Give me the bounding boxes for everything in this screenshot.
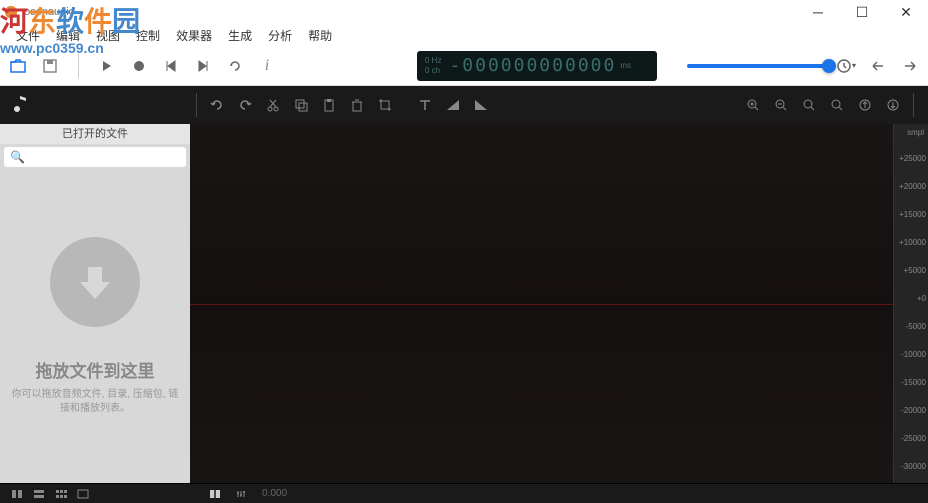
crop-button[interactable] — [374, 94, 396, 116]
menu-file[interactable]: 文件 — [8, 25, 48, 46]
view-mode-4-button[interactable] — [74, 487, 92, 501]
ruler-tick: -20000 — [901, 406, 926, 415]
lcd-ch: 0 ch — [425, 66, 441, 76]
nav-back-button[interactable] — [868, 56, 888, 76]
undo-button[interactable] — [206, 94, 228, 116]
waveform-canvas[interactable] — [190, 124, 893, 483]
sidebar: 已打开的文件 🔍 拖放文件到这里 你可以拖放音频文件, 目录, 压缩包, 链接和… — [0, 124, 190, 483]
ruler-tick: -10000 — [901, 350, 926, 359]
ruler-unit: smpl — [907, 128, 924, 137]
ruler-tick: +25000 — [899, 154, 926, 163]
statusbar: 0.000 — [0, 483, 928, 503]
waveform-centerline — [190, 304, 893, 305]
zoom-fit-button[interactable] — [826, 94, 848, 116]
maximize-button[interactable]: ☐ — [840, 0, 884, 24]
volume-thumb[interactable] — [822, 59, 836, 73]
ruler-tick: -30000 — [901, 462, 926, 471]
open-file-button[interactable] — [8, 56, 28, 76]
sidebar-header: 已打开的文件 — [0, 124, 190, 144]
ruler-tick: -5000 — [906, 322, 926, 331]
ruler-tick: -15000 — [901, 378, 926, 387]
search-input[interactable] — [29, 151, 180, 163]
split-view-button[interactable] — [206, 487, 224, 501]
search-icon: 🔍 — [10, 150, 25, 164]
status-position: 0.000 — [262, 488, 287, 499]
history-button[interactable]: ▾ — [836, 56, 856, 76]
menu-effects[interactable]: 效果器 — [168, 25, 220, 46]
zoom-in-button[interactable] — [742, 94, 764, 116]
menu-control[interactable]: 控制 — [128, 25, 168, 46]
menubar: 文件 编辑 视图 控制 效果器 生成 分析 帮助 — [0, 24, 928, 46]
save-button[interactable] — [40, 56, 60, 76]
window-title: ocenaudio — [24, 6, 75, 18]
edit-toolbar — [0, 86, 928, 124]
cut-button[interactable] — [262, 94, 284, 116]
search-box[interactable]: 🔍 — [4, 147, 186, 167]
text-button[interactable] — [414, 94, 436, 116]
menu-generate[interactable]: 生成 — [220, 25, 260, 46]
menu-edit[interactable]: 编辑 — [48, 25, 88, 46]
app-icon — [4, 5, 18, 19]
ruler-tick: +10000 — [899, 238, 926, 247]
menu-analyze[interactable]: 分析 — [260, 25, 300, 46]
lcd-unit: ms — [620, 61, 631, 70]
play-button[interactable] — [97, 56, 117, 76]
ruler-tick: +5000 — [904, 266, 926, 275]
main-toolbar: i 0 Hz 0 ch -000000000000 ms ▾ — [0, 46, 928, 86]
zoom-out-button[interactable] — [770, 94, 792, 116]
fade-out-button[interactable] — [470, 94, 492, 116]
next-button[interactable] — [193, 56, 213, 76]
copy-button[interactable] — [290, 94, 312, 116]
drop-title: 拖放文件到这里 — [36, 357, 155, 382]
ruler-tick: +0 — [917, 294, 926, 303]
titlebar: ocenaudio ─ ☐ ✕ — [0, 0, 928, 24]
prev-button[interactable] — [161, 56, 181, 76]
ruler-tick: +15000 — [899, 210, 926, 219]
zoom-selection-button[interactable] — [798, 94, 820, 116]
menu-view[interactable]: 视图 — [88, 25, 128, 46]
zoom-vertical-out-button[interactable] — [882, 94, 904, 116]
view-mode-2-button[interactable] — [30, 487, 48, 501]
paste-button[interactable] — [318, 94, 340, 116]
ruler-tick: +20000 — [899, 182, 926, 191]
settings-button[interactable] — [232, 487, 250, 501]
redo-button[interactable] — [234, 94, 256, 116]
menu-help[interactable]: 帮助 — [300, 25, 340, 46]
volume-slider[interactable] — [687, 64, 836, 68]
lcd-display: 0 Hz 0 ch -000000000000 ms — [417, 51, 657, 81]
zoom-vertical-in-button[interactable] — [854, 94, 876, 116]
lcd-hz: 0 Hz — [425, 56, 441, 66]
record-button[interactable] — [129, 56, 149, 76]
loop-button[interactable] — [225, 56, 245, 76]
drop-description: 你可以拖放音频文件, 目录, 压缩包, 链接和播放列表。 — [10, 388, 180, 416]
info-button[interactable]: i — [257, 56, 277, 76]
amplitude-ruler: smpl +25000 +20000 +15000 +10000 +5000 +… — [893, 124, 928, 483]
minimize-button[interactable]: ─ — [796, 0, 840, 24]
drop-zone[interactable]: 拖放文件到这里 你可以拖放音频文件, 目录, 压缩包, 链接和播放列表。 — [0, 170, 190, 483]
drop-icon — [50, 237, 140, 327]
waveform-area[interactable]: smpl +25000 +20000 +15000 +10000 +5000 +… — [190, 124, 928, 483]
fade-in-button[interactable] — [442, 94, 464, 116]
nav-forward-button[interactable] — [900, 56, 920, 76]
view-mode-3-button[interactable] — [52, 487, 70, 501]
close-button[interactable]: ✕ — [884, 0, 928, 24]
music-note-icon — [8, 93, 32, 117]
ruler-tick: -25000 — [901, 434, 926, 443]
delete-button[interactable] — [346, 94, 368, 116]
lcd-time: -000000000000 — [449, 55, 616, 76]
view-mode-1-button[interactable] — [8, 487, 26, 501]
